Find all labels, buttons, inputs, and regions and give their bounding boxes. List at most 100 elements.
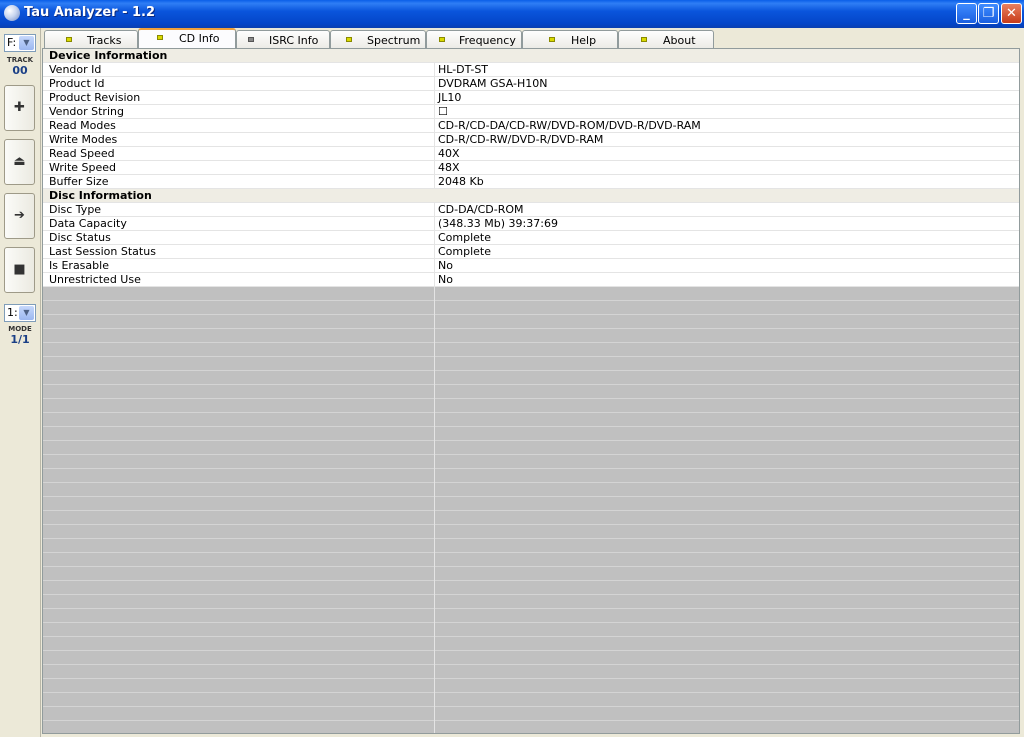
mode-select-value: 1: — [7, 306, 18, 319]
mode-select[interactable]: 1: ▼ — [4, 304, 36, 322]
table-row[interactable]: Disc Type CD-DA/CD-ROM — [43, 203, 1019, 217]
app-icon[interactable] — [4, 5, 20, 21]
arrow-right-icon: ➔ — [14, 208, 25, 223]
eject-button[interactable]: ⏏ — [4, 139, 35, 185]
property-value: No — [438, 259, 453, 272]
chevron-down-icon[interactable]: ▼ — [19, 306, 34, 320]
tab-label: Frequency — [459, 34, 516, 47]
minimize-button[interactable]: _ — [956, 3, 977, 24]
tab-tracks[interactable]: Tracks — [44, 30, 138, 48]
property-value: JL10 — [438, 91, 462, 104]
property-label: Vendor String — [49, 105, 124, 118]
property-label: Last Session Status — [49, 245, 156, 258]
section-header-device: Device Information — [43, 49, 1019, 63]
minimize-icon: _ — [963, 6, 970, 21]
mode-value: 1/1 — [10, 333, 30, 346]
stop-button[interactable]: ■ — [4, 247, 35, 293]
maximize-button[interactable]: ❐ — [978, 3, 999, 24]
close-button[interactable]: ✕ — [1001, 3, 1022, 24]
property-value: Complete — [438, 231, 492, 244]
section-header-disc: Disc Information — [43, 189, 1019, 203]
section-title: Disc Information — [49, 189, 152, 202]
tab-label: Spectrum — [367, 34, 421, 47]
track-number: 00 — [12, 64, 28, 77]
property-value: DVDRAM GSA-H10N — [438, 77, 548, 90]
table-row[interactable]: Last Session Status Complete — [43, 245, 1019, 259]
property-value: No — [438, 273, 453, 286]
tab-help[interactable]: Help — [522, 30, 618, 48]
status-led-icon — [157, 35, 163, 40]
restore-icon: ❐ — [982, 6, 995, 21]
tab-spectrum[interactable]: Spectrum — [330, 30, 426, 48]
tab-label: CD Info — [179, 32, 220, 45]
property-value: CD-R/CD-RW/DVD-R/DVD-RAM — [438, 133, 604, 146]
window-title: Tau Analyzer - 1.2 — [24, 5, 156, 20]
table-row[interactable]: Buffer Size 2048 Kb — [43, 175, 1019, 189]
property-label: Write Modes — [49, 133, 118, 146]
left-toolbar: F: ▼ TRACK 00 ✚ ⏏ ➔ ■ 1: ▼ MODE 1/1 — [0, 28, 41, 737]
property-value: CD-DA/CD-ROM — [438, 203, 524, 216]
tab-label: Tracks — [87, 34, 122, 47]
property-value: CD-R/CD-DA/CD-RW/DVD-ROM/DVD-R/DVD-RAM — [438, 119, 701, 132]
status-led-icon — [549, 37, 555, 42]
property-value: HL-DT-ST — [438, 63, 489, 76]
drive-select[interactable]: F: ▼ — [4, 34, 36, 52]
table-row[interactable]: Is Erasable No — [43, 259, 1019, 273]
property-label: Disc Status — [49, 231, 111, 244]
table-row[interactable]: Disc Status Complete — [43, 231, 1019, 245]
tab-strip: Tracks CD Info ISRC Info Spectrum Freque… — [42, 28, 1022, 49]
property-label: Disc Type — [49, 203, 102, 216]
table-row[interactable]: Data Capacity (348.33 Mb) 39:37:69 — [43, 217, 1019, 231]
tab-frequency[interactable]: Frequency — [426, 30, 522, 48]
title-bar[interactable]: Tau Analyzer - 1.2 _ ❐ ✕ — [0, 0, 1024, 28]
empty-grid-area — [43, 287, 1019, 733]
chevron-down-icon[interactable]: ▼ — [19, 36, 34, 50]
property-value: (348.33 Mb) 39:37:69 — [438, 217, 558, 230]
property-label: Buffer Size — [49, 175, 109, 188]
status-led-icon — [346, 37, 352, 42]
table-row[interactable]: Read Modes CD-R/CD-DA/CD-RW/DVD-ROM/DVD-… — [43, 119, 1019, 133]
table-row[interactable]: Write Modes CD-R/CD-RW/DVD-R/DVD-RAM — [43, 133, 1019, 147]
table-row[interactable]: Read Speed 40X — [43, 147, 1019, 161]
play-button[interactable]: ➔ — [4, 193, 35, 239]
table-row[interactable]: Unrestricted Use No — [43, 273, 1019, 287]
status-led-icon — [66, 37, 72, 42]
property-label: Is Erasable — [49, 259, 109, 272]
tab-label: About — [663, 34, 696, 47]
stop-icon: ■ — [13, 262, 26, 277]
tab-label: Help — [571, 34, 597, 47]
property-label: Product Id — [49, 77, 105, 90]
property-label: Read Modes — [49, 119, 116, 132]
table-row[interactable]: Product Id DVDRAM GSA-H10N — [43, 77, 1019, 91]
property-grid[interactable]: Device Information Vendor Id HL-DT-ST Pr… — [42, 48, 1020, 734]
status-led-icon — [641, 37, 647, 42]
tab-cd-info[interactable]: CD Info — [138, 28, 236, 49]
tab-label: ISRC Info — [269, 34, 319, 47]
mode-label: MODE — [8, 325, 32, 333]
table-row[interactable]: Product Revision JL10 — [43, 91, 1019, 105]
status-led-icon — [248, 37, 254, 42]
table-row[interactable]: Vendor Id HL-DT-ST — [43, 63, 1019, 77]
property-label: Vendor Id — [49, 63, 102, 76]
status-led-icon — [439, 37, 445, 42]
property-label: Unrestricted Use — [49, 273, 141, 286]
plus-icon: ✚ — [14, 100, 25, 115]
table-row[interactable]: Write Speed 48X — [43, 161, 1019, 175]
tab-about[interactable]: About — [618, 30, 714, 48]
property-value: ☐ — [438, 105, 448, 118]
eject-icon: ⏏ — [13, 154, 26, 169]
track-label: TRACK — [6, 56, 34, 64]
property-value: 40X — [438, 147, 460, 160]
property-label: Read Speed — [49, 147, 115, 160]
property-value: Complete — [438, 245, 492, 258]
table-row[interactable]: Vendor String ☐ — [43, 105, 1019, 119]
tab-isrc-info[interactable]: ISRC Info — [236, 30, 330, 48]
property-value: 2048 Kb — [438, 175, 484, 188]
section-title: Device Information — [49, 49, 168, 62]
property-label: Data Capacity — [49, 217, 127, 230]
drive-select-value: F: — [7, 36, 17, 49]
property-value: 48X — [438, 161, 460, 174]
column-divider — [434, 287, 435, 733]
close-icon: ✕ — [1006, 6, 1017, 21]
add-button[interactable]: ✚ — [4, 85, 35, 131]
